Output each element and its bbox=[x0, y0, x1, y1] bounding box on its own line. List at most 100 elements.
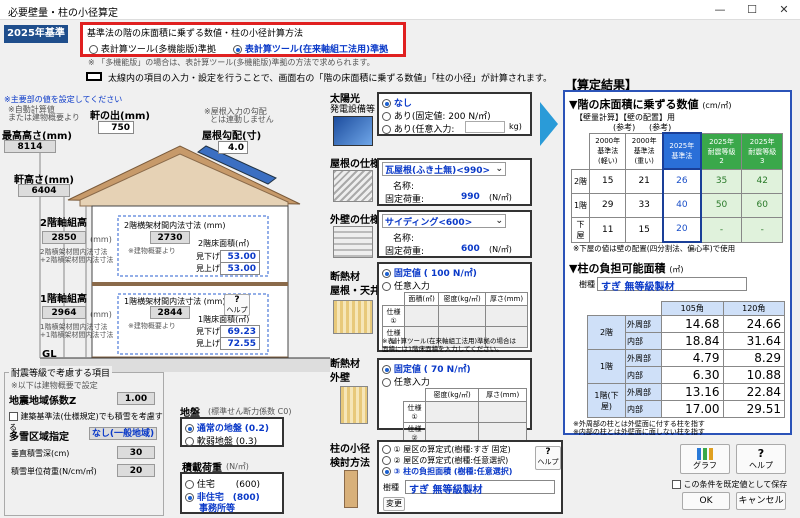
f1-miage-input[interactable]: 72.55 bbox=[220, 337, 260, 350]
graph-icon bbox=[697, 448, 713, 460]
col-floor-label: 1階(下屋) bbox=[587, 383, 626, 418]
radio-icon[interactable] bbox=[382, 125, 391, 134]
ins-wall-cell[interactable] bbox=[478, 401, 527, 423]
floor-value: 21 bbox=[625, 168, 664, 194]
floor-header-2000-heavy: 2000年 基準法 (重い) bbox=[625, 132, 664, 170]
question-icon: ? bbox=[234, 295, 240, 305]
solar-none-label: なし bbox=[393, 99, 412, 109]
floor-value: 50 bbox=[700, 192, 743, 218]
ground-group: 通常の地盤 (0.2) 軟弱地盤 (0.3) bbox=[180, 417, 284, 447]
floor-value: 40 bbox=[661, 192, 702, 218]
ins-roof-cell[interactable] bbox=[403, 305, 440, 327]
method-option-multi[interactable]: 表計算ツール(多機能版)準拠 bbox=[89, 42, 216, 55]
f2-miage-input[interactable]: 53.00 bbox=[220, 262, 260, 275]
koubai-note-2: とは連動しません bbox=[210, 115, 274, 124]
checkbox-icon[interactable] bbox=[672, 480, 681, 489]
checkbox-icon[interactable] bbox=[9, 412, 18, 421]
roof-group: 瓦屋根(ふき土無)<990> ⌄ 名称: 固定荷重: 990 (N/㎡) bbox=[377, 158, 532, 206]
solar-option-none[interactable]: なし bbox=[382, 96, 412, 109]
ground-option-normal[interactable]: 通常の地盤 (0.2) bbox=[185, 421, 269, 434]
ins-wall-option-fixed[interactable]: 固定値 ( 70 N/㎡) bbox=[382, 362, 471, 375]
ins-roof-label: 断熱材 bbox=[330, 272, 360, 283]
floor-header-2000-light: 2000年 基準法 (軽い) bbox=[588, 132, 627, 170]
col-part-label: 内部 bbox=[625, 366, 662, 384]
standard-2025-button[interactable]: 2025年基準 bbox=[4, 25, 68, 43]
solar-option-custom[interactable]: あり(任意入力: bbox=[382, 122, 454, 135]
floor-value: 60 bbox=[741, 192, 783, 218]
radio-icon[interactable] bbox=[382, 365, 391, 374]
roof-select[interactable]: 瓦屋根(ふき土無)<990> ⌄ bbox=[382, 162, 506, 176]
f1-sub2: +1階横架材間内法寸法 bbox=[40, 331, 114, 339]
radio-icon[interactable] bbox=[185, 480, 194, 489]
koubai-input[interactable]: 4.0 bbox=[218, 141, 248, 154]
live-load-option-house[interactable]: 住宅 (600) bbox=[185, 477, 260, 490]
column-help-label: ヘルプ bbox=[537, 458, 559, 466]
save-default-check[interactable]: この条件を既定値として保存 bbox=[672, 479, 787, 490]
f1-help-button[interactable]: ? ヘルプ bbox=[224, 294, 250, 316]
column-area-title: ▼柱の負担可能面積 (㎡) bbox=[569, 260, 684, 276]
column-change-button[interactable]: 変更 bbox=[383, 497, 405, 511]
maximize-icon[interactable]: ☐ bbox=[736, 0, 768, 20]
radio-icon[interactable] bbox=[382, 99, 391, 108]
radio-icon[interactable] bbox=[382, 282, 391, 291]
ins-roof-option-fixed[interactable]: 固定値 ( 100 N/㎡) bbox=[382, 266, 477, 279]
f1-miage-label: 見上げ bbox=[196, 339, 220, 348]
ins-roof-cell[interactable] bbox=[485, 305, 528, 327]
minimize-icon[interactable]: — bbox=[704, 0, 736, 20]
wall-select[interactable]: サイディング<600> ⌄ bbox=[382, 214, 506, 228]
radio-icon[interactable] bbox=[382, 467, 391, 476]
method-option-conventional[interactable]: 表計算ツール(在来軸組工法用)準拠 bbox=[233, 42, 388, 55]
radio-icon[interactable] bbox=[382, 269, 391, 278]
z-label: 地震地域係数Z bbox=[9, 396, 77, 407]
method-option-conventional-label: 表計算ツール(在来軸組工法用)準拠 bbox=[244, 45, 389, 55]
ground-option-soft[interactable]: 軟弱地盤 (0.3) bbox=[185, 434, 257, 447]
ground-option-soft-label: 軟弱地盤 bbox=[196, 437, 233, 447]
ins-wall-cell[interactable] bbox=[424, 401, 480, 423]
radio-icon[interactable] bbox=[185, 437, 194, 446]
live-load-house-value: (600) bbox=[235, 480, 260, 490]
floor-row-label: 1階 bbox=[571, 192, 590, 218]
radio-icon[interactable] bbox=[382, 112, 391, 121]
ground-option-normal-label: 通常の地盤 bbox=[196, 424, 242, 434]
z-value: 1.00 bbox=[117, 392, 155, 405]
close-icon[interactable]: ✕ bbox=[768, 0, 800, 20]
col-area-value: 13.16 bbox=[661, 383, 724, 401]
table-row: 1階 外周部 4.79 8.29 bbox=[587, 349, 785, 384]
wall-load-unit: (N/㎡) bbox=[489, 245, 512, 254]
col-area-value: 17.00 bbox=[661, 400, 724, 418]
info-text: 太線内の項目の入力・設定を行うことで、画面右の「階の床面積に乗ずる数値」「柱の小… bbox=[108, 74, 552, 84]
column-area-title-text: ▼柱の負担可能面積 bbox=[569, 262, 666, 275]
col-part-label: 内部 bbox=[625, 332, 662, 350]
table-row: 1階(下屋) 外周部 13.16 22.84 bbox=[587, 383, 785, 418]
noki-input[interactable]: 750 bbox=[98, 121, 134, 134]
column-help-button[interactable]: ? ヘルプ bbox=[535, 446, 561, 470]
cancel-button[interactable]: キャンセル bbox=[736, 492, 786, 510]
solar-fixed-label: あり(固定値: bbox=[393, 112, 446, 122]
radio-icon[interactable] bbox=[233, 45, 242, 54]
ins-roof-option-custom[interactable]: 任意入力 bbox=[382, 279, 430, 292]
wall-spec-label: 外壁の仕様 bbox=[330, 215, 380, 226]
column-option-1[interactable]: ① 屋区の算定式(樹種:すぎ 固定) bbox=[382, 444, 511, 455]
f2-height-value: 2850 bbox=[42, 231, 86, 244]
floor-header-grade-3: 2025年 耐震等級 3 bbox=[741, 132, 783, 170]
radio-icon[interactable] bbox=[89, 45, 98, 54]
column-option-2[interactable]: ② 屋区の算定式(樹種:任意選択) bbox=[382, 455, 508, 466]
help-button[interactable]: ? ヘルプ bbox=[736, 444, 786, 474]
ins-roof-label-2: 屋根・天井 bbox=[330, 286, 380, 297]
radio-icon[interactable] bbox=[382, 456, 391, 465]
radio-icon[interactable] bbox=[185, 493, 194, 502]
ok-button[interactable]: OK bbox=[682, 492, 730, 510]
radio-icon[interactable] bbox=[382, 378, 391, 387]
solar-custom-input[interactable] bbox=[465, 121, 505, 133]
floor-header-2025: 2025年 基準法 bbox=[661, 132, 702, 170]
ins-roof-cell[interactable] bbox=[438, 305, 487, 327]
radio-icon[interactable] bbox=[382, 445, 391, 454]
live-load-unit: (N/㎡) bbox=[226, 462, 249, 471]
graph-button[interactable]: グラフ bbox=[680, 444, 730, 474]
column-option-3[interactable]: ③ 柱の負担面積 (樹種:任意選択) bbox=[382, 466, 512, 477]
eave-height-value: 6404 bbox=[18, 184, 70, 197]
column-option-1-label: ① 屋区の算定式(樹種:すぎ 固定) bbox=[393, 445, 511, 454]
radio-icon[interactable] bbox=[185, 424, 194, 433]
ins-wall-option-custom[interactable]: 任意入力 bbox=[382, 375, 430, 388]
seismic-group: 耐震等級で考慮する項目 ※以下は建物概要で設定 地震地域係数Z 1.00 建築基… bbox=[4, 366, 164, 516]
